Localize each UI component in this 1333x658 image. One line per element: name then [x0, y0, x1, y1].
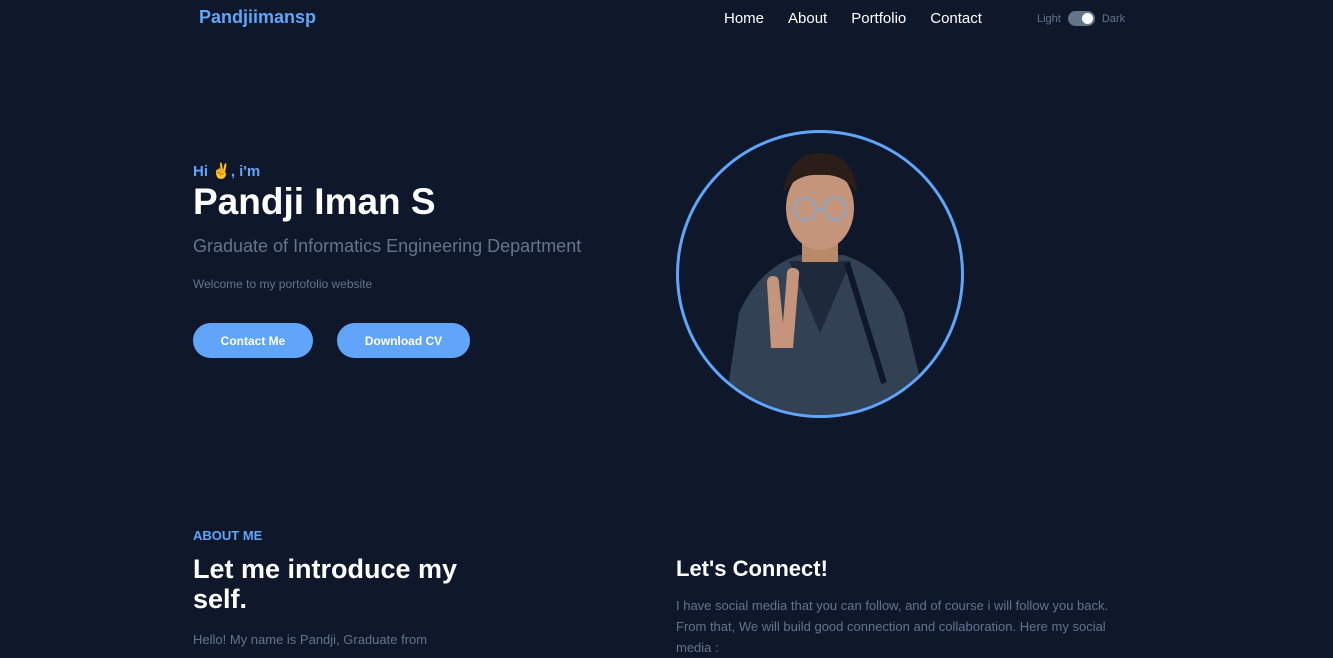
- nav-link-portfolio[interactable]: Portfolio: [851, 10, 906, 27]
- hero-welcome: Welcome to my portofolio website: [193, 277, 373, 291]
- profile-photo: [676, 130, 964, 418]
- toggle-knob: [1081, 13, 1093, 24]
- connect-text: I have social media that you can follow,…: [676, 598, 1109, 655]
- nav-link-home[interactable]: Home: [724, 10, 764, 27]
- hero-name: Pandji Iman S: [193, 181, 436, 222]
- connect-title: Let's Connect!: [676, 556, 828, 581]
- theme-switch: Light Dark: [1037, 11, 1125, 26]
- hero-greeting: Hi ✌️, i'm: [193, 163, 261, 180]
- about-section-tag: ABOUT ME: [193, 528, 263, 543]
- nav-link-about[interactable]: About: [788, 10, 827, 27]
- site-logo[interactable]: Pandjiimansp: [199, 7, 316, 28]
- hero-subtitle: Graduate of Informatics Engineering Depa…: [193, 236, 582, 256]
- download-cv-button[interactable]: Download CV: [337, 323, 470, 358]
- theme-toggle[interactable]: [1067, 11, 1095, 26]
- about-title: Let me introduce my self.: [193, 554, 458, 614]
- nav-link-contact[interactable]: Contact: [930, 10, 982, 27]
- main-nav: Home About Portfolio Contact: [724, 10, 982, 27]
- contact-me-button[interactable]: Contact Me: [193, 323, 313, 358]
- about-text: Hello! My name is Pandji, Graduate from: [193, 632, 428, 647]
- profile-photo-illustration: [724, 153, 929, 415]
- theme-dark-label: Dark: [1101, 12, 1126, 25]
- theme-light-label: Light: [1037, 12, 1061, 25]
